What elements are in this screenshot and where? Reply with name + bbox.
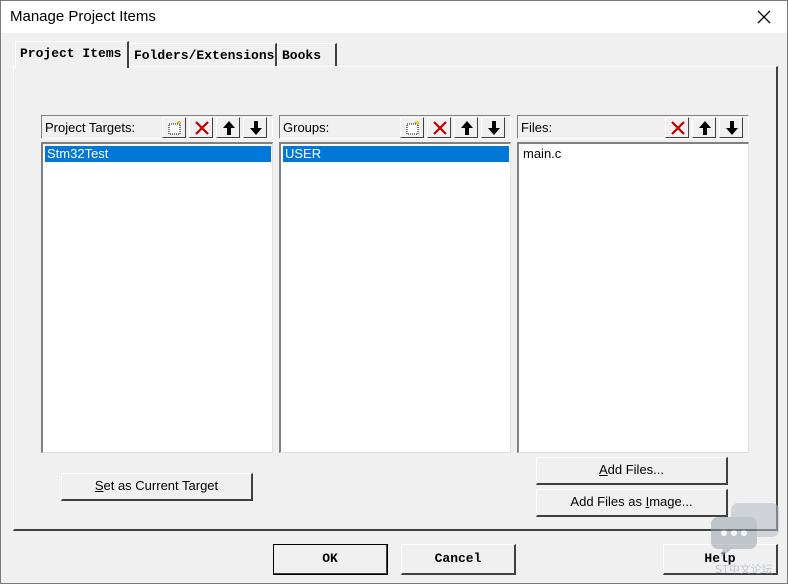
list-item[interactable]: Stm32Test	[45, 146, 271, 162]
delete-x-icon	[195, 121, 209, 135]
move-file-up-button[interactable]	[692, 117, 716, 138]
list-item[interactable]: main.c	[521, 146, 747, 162]
files-list[interactable]: main.c	[517, 142, 749, 453]
chat-bubble-icon	[711, 503, 779, 557]
title-bar: Manage Project Items	[1, 1, 787, 33]
new-group-button[interactable]	[400, 117, 424, 138]
move-up-arrow-icon	[223, 121, 235, 135]
move-down-arrow-icon	[488, 121, 500, 135]
delete-file-button[interactable]	[665, 117, 689, 138]
move-group-down-button[interactable]	[481, 117, 505, 138]
close-icon	[757, 10, 771, 24]
tab-folders-extensions[interactable]: Folders/Extensions	[129, 43, 277, 67]
project-targets-label: Project Targets:	[45, 120, 136, 135]
tab-label: Books	[282, 48, 322, 63]
button-text: mage...	[649, 494, 693, 509]
delete-x-icon	[671, 121, 685, 135]
tab-project-items[interactable]: Project Items	[15, 41, 129, 68]
ok-button[interactable]: OK	[273, 544, 388, 575]
close-button[interactable]	[749, 5, 779, 29]
tab-books[interactable]: Books	[277, 43, 337, 67]
groups-label: Groups:	[283, 120, 330, 135]
delete-target-button[interactable]	[189, 117, 213, 138]
move-down-arrow-icon	[726, 121, 738, 135]
button-text: dd Files...	[607, 462, 665, 477]
new-item-icon	[168, 120, 181, 135]
st-forum-watermark: ST中文论坛	[709, 501, 785, 581]
add-files-button[interactable]: Add Files...	[536, 457, 728, 485]
button-text: et as Current Target	[103, 478, 219, 493]
button-accelerator: A	[598, 462, 608, 477]
move-up-arrow-icon	[461, 121, 473, 135]
move-target-up-button[interactable]	[216, 117, 240, 138]
files-header: Files:	[517, 115, 749, 139]
watermark-text: ST中文论坛	[715, 563, 773, 576]
list-item[interactable]: USER	[283, 146, 509, 162]
move-target-down-button[interactable]	[243, 117, 267, 138]
delete-x-icon	[433, 121, 447, 135]
window-title: Manage Project Items	[10, 8, 156, 25]
move-group-up-button[interactable]	[454, 117, 478, 138]
tab-label: Folders/Extensions	[134, 48, 275, 63]
project-targets-list[interactable]: Stm32Test	[41, 142, 273, 453]
files-label: Files:	[521, 120, 553, 135]
project-targets-header: Project Targets:	[41, 115, 273, 139]
move-up-arrow-icon	[699, 121, 711, 135]
manage-project-items-dialog: Manage Project Items Project Items Folde…	[0, 0, 788, 584]
new-target-button[interactable]	[162, 117, 186, 138]
new-item-icon	[406, 120, 419, 135]
move-down-arrow-icon	[250, 121, 262, 135]
button-text: Add Files as	[570, 494, 646, 509]
cancel-button[interactable]: Cancel	[401, 544, 516, 575]
groups-list[interactable]: USER	[279, 142, 511, 453]
add-files-as-image-button[interactable]: Add Files as Image...	[536, 489, 728, 517]
button-accelerator: S	[94, 478, 104, 493]
move-file-down-button[interactable]	[719, 117, 743, 138]
groups-header: Groups:	[279, 115, 511, 139]
tab-label: Project Items	[20, 46, 122, 61]
delete-group-button[interactable]	[427, 117, 451, 138]
set-as-current-target-button[interactable]: Set as Current Target	[61, 473, 253, 501]
